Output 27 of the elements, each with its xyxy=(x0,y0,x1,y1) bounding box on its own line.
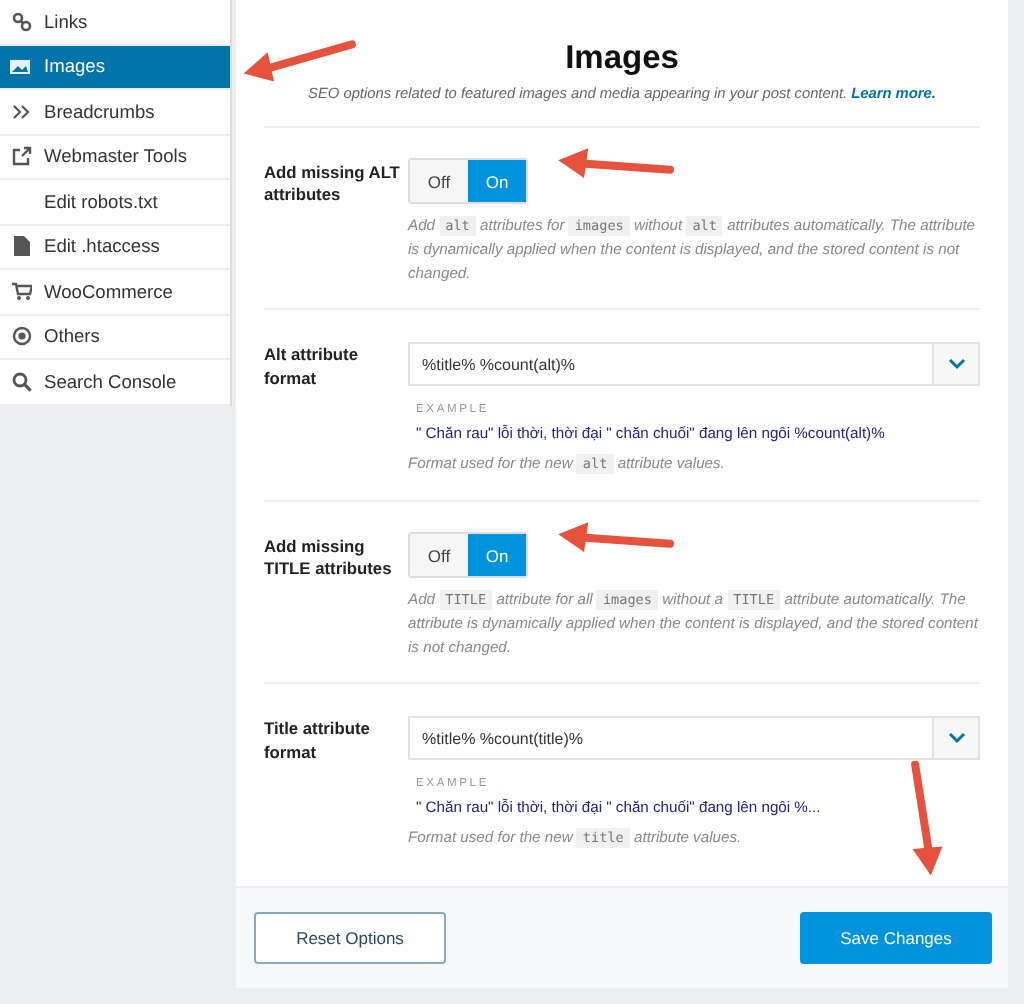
cart-icon xyxy=(11,282,31,301)
sidebar-item[interactable]: WooCommerce xyxy=(0,270,230,315)
chevrons-icon xyxy=(12,103,30,120)
setting-label: Add missing TITLE attributes xyxy=(264,534,394,583)
setting-label: Alt attribute format xyxy=(264,342,360,392)
setting-label: Title attribute format xyxy=(264,716,372,766)
search-icon xyxy=(11,371,31,392)
format-dropdown[interactable]: %title% %count(title)% xyxy=(408,716,980,761)
toggle-option[interactable]: Off xyxy=(410,160,468,202)
toggle-option[interactable]: Off xyxy=(410,534,468,577)
sidebar-item[interactable]: Webmaster Tools xyxy=(0,135,230,180)
page-title: Images xyxy=(563,40,681,78)
file-icon xyxy=(13,236,29,257)
radio-circle-icon xyxy=(11,326,31,347)
sidebar-item[interactable]: Search Console xyxy=(0,360,230,405)
chevron-down-icon xyxy=(947,732,965,745)
setting-label: Add missing ALT attributes xyxy=(264,160,402,209)
sidebar-item[interactable]: Others xyxy=(0,315,230,360)
sidebar-item[interactable]: Edit robots.txt xyxy=(0,180,230,225)
format-dropdown[interactable]: %title% %count(alt)% xyxy=(408,342,980,387)
sidebar-item[interactable]: Edit .htaccess xyxy=(0,225,230,270)
sidebar-item[interactable]: Breadcrumbs xyxy=(0,90,230,135)
external-link-icon xyxy=(11,146,31,167)
reset-button[interactable]: Reset Options xyxy=(254,912,446,964)
image-icon xyxy=(10,57,32,76)
link-icon xyxy=(11,11,31,32)
chevron-down-icon xyxy=(947,358,965,371)
